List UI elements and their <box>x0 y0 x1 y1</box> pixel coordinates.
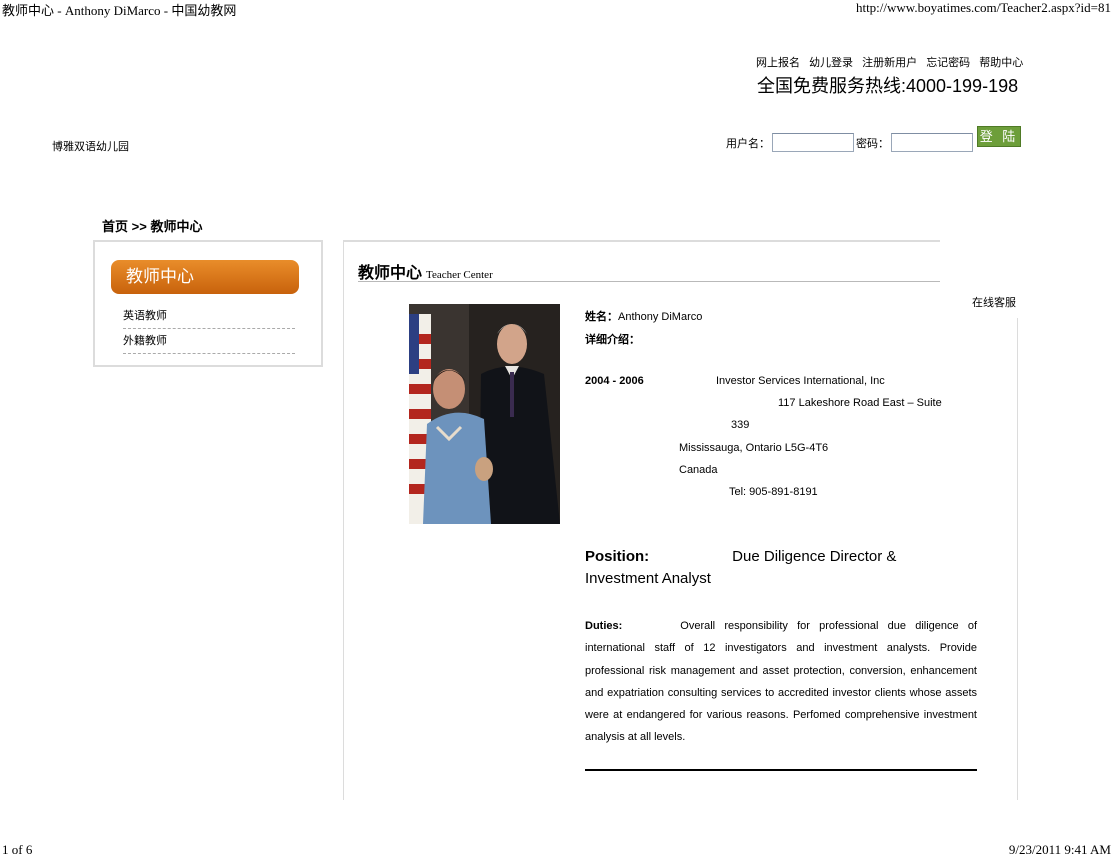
company-city: Mississauga, Ontario L5G-4T6 <box>679 442 829 454</box>
breadcrumb-separator: >> <box>131 219 147 234</box>
print-page-title: 教师中心 - Anthony DiMarco - 中国幼教网 <box>2 3 237 18</box>
company-country: Canada <box>679 464 718 476</box>
position-label: Position: <box>585 548 650 565</box>
position-value: Due Diligence Director & <box>732 548 897 565</box>
breadcrumb-home[interactable]: 首页 <box>102 219 128 234</box>
username-label: 用户名： <box>726 137 770 150</box>
position-row: Position: Due Diligence Director & <box>585 548 896 565</box>
login-form: 用户名： 密码： 登 陆 <box>726 126 1021 153</box>
detail-label: 详细介绍： <box>585 334 640 346</box>
sidebar-item-foreign-teachers[interactable]: 外籍教师 <box>123 332 295 354</box>
forgot-password-link[interactable]: 忘记密码 <box>926 57 970 69</box>
site-name: 博雅双语幼儿园 <box>52 141 129 153</box>
breadcrumb: 首页 >> 教师中心 <box>102 216 202 235</box>
teacher-name: Anthony DiMarco <box>618 311 703 323</box>
sidebar-title: 教师中心 <box>111 260 299 294</box>
sidebar: 教师中心 英语教师 外籍教师 <box>93 240 323 367</box>
username-input[interactable] <box>772 133 854 152</box>
company-address-line2: 339 <box>731 419 750 431</box>
company-name: Investor Services International, Inc <box>716 375 885 387</box>
top-links: 网上报名 幼儿登录 注册新用户 忘记密码 帮助中心 <box>756 54 1029 70</box>
employment-period: 2004 - 2006 <box>585 375 644 387</box>
company-address-line1: 117 Lakeshore Road East – Suite <box>778 397 942 409</box>
password-label: 密码： <box>856 137 889 150</box>
section-title-en: Teacher Center <box>426 269 493 281</box>
teacher-photo <box>409 304 560 524</box>
print-datetime: 9/23/2011 9:41 AM <box>1008 842 1111 857</box>
main-left-border <box>343 240 344 800</box>
hotline: 全国免费服务热线:4000-199-198 <box>757 76 1019 96</box>
position-value-continued: Investment Analyst <box>585 570 711 587</box>
content-bottom-divider <box>585 769 977 771</box>
teacher-photo-image <box>409 304 560 524</box>
breadcrumb-current: 教师中心 <box>150 219 203 234</box>
section-divider <box>358 281 940 282</box>
main-top-border <box>343 240 940 242</box>
duties-paragraph: Duties: Overall responsibility for profes… <box>585 615 977 749</box>
print-page-number: 1 of 6 <box>2 842 33 857</box>
company-tel: Tel: 905-891-8191 <box>729 486 818 498</box>
online-service-link[interactable]: 在线客服 <box>972 294 1016 310</box>
child-login-link[interactable]: 幼儿登录 <box>809 57 853 69</box>
register-link[interactable]: 注册新用户 <box>862 57 917 69</box>
duties-text: Overall responsibility for professional … <box>585 620 977 744</box>
login-button[interactable]: 登 陆 <box>977 126 1021 147</box>
password-input[interactable] <box>891 133 973 152</box>
online-signup-link[interactable]: 网上报名 <box>756 57 800 69</box>
print-page-url: http://www.boyatimes.com/Teacher2.aspx?i… <box>855 0 1111 15</box>
duties-label: Duties: <box>585 620 623 632</box>
help-center-link[interactable]: 帮助中心 <box>979 57 1023 69</box>
sidebar-item-english-teachers[interactable]: 英语教师 <box>123 307 295 329</box>
main-right-border <box>1017 318 1018 800</box>
section-title-cn: 教师中心 <box>358 265 423 282</box>
name-label: 姓名： <box>585 311 618 323</box>
section-title: 教师中心 Teacher Center <box>358 259 493 283</box>
teacher-name-row: 姓名：Anthony DiMarco <box>585 308 702 324</box>
